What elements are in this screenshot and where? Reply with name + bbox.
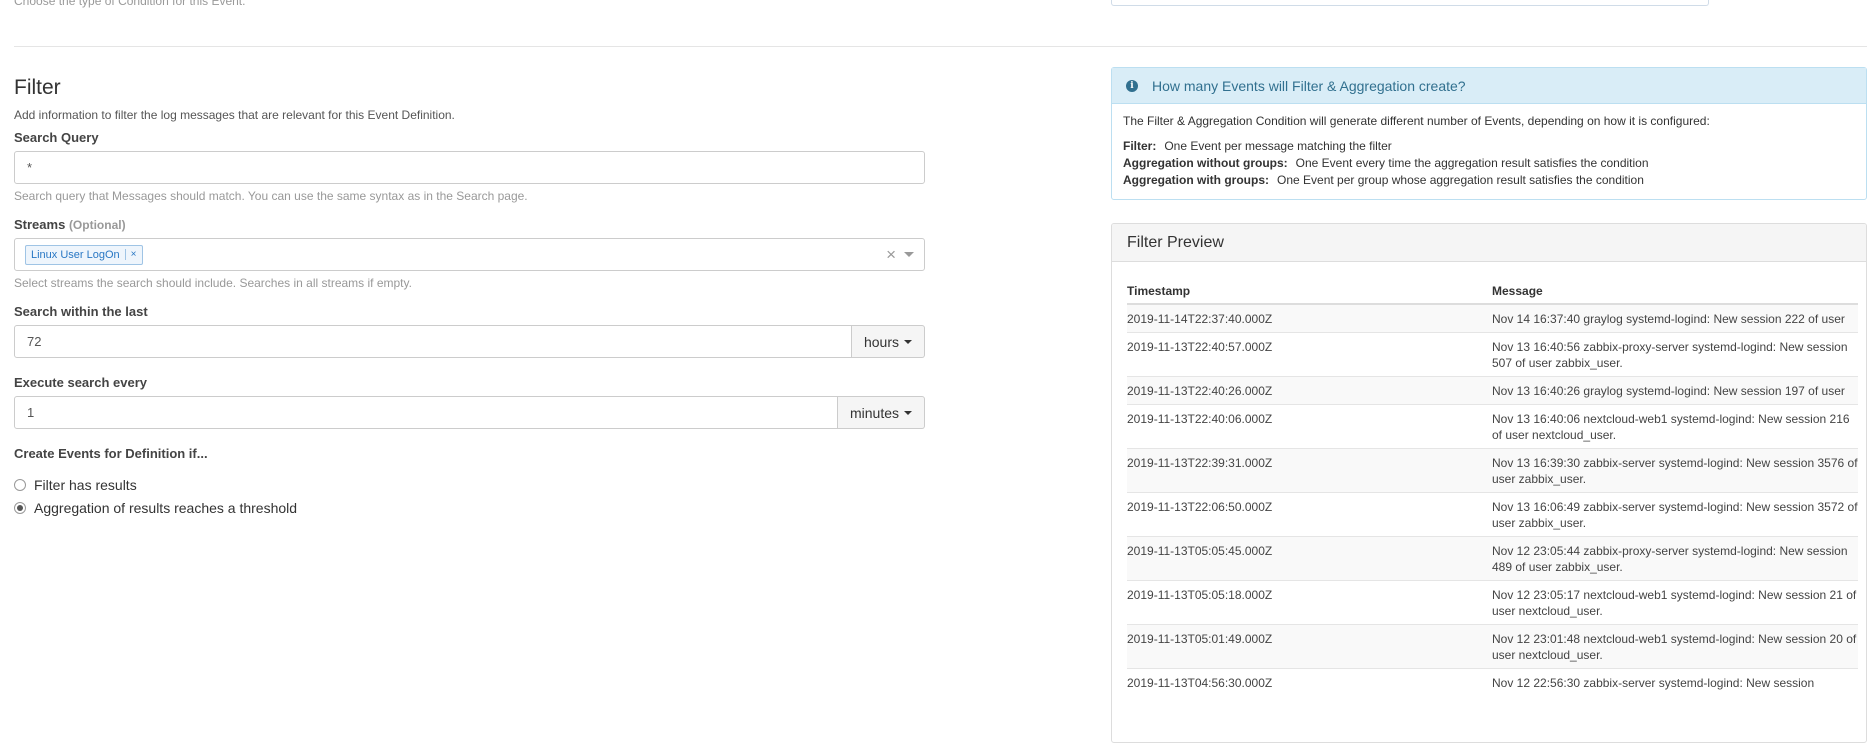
streams-optional-label: (Optional) <box>68 218 126 232</box>
execute-every-value: 1 <box>27 405 35 420</box>
message-cell: Nov 14 16:37:40 graylog systemd-logind: … <box>1492 303 1858 333</box>
radio-button-selected[interactable] <box>14 502 26 514</box>
radio-aggregation-threshold[interactable]: Aggregation of results reaches a thresho… <box>14 500 926 516</box>
timestamp-cell: 2019-11-13T05:05:18.000Z <box>1127 580 1492 625</box>
radio-filter-has-results[interactable]: Filter has results <box>14 477 926 493</box>
search-within-group: 72 hours <box>14 325 925 358</box>
execute-every-unit: minutes <box>849 404 899 421</box>
info-text: One Event every time the aggregation res… <box>1295 156 1649 170</box>
filter-section: Filter Add information to filter the log… <box>14 74 926 516</box>
message-cell: Nov 12 23:05:17 nextcloud-web1 systemd-l… <box>1492 580 1858 625</box>
info-line: Aggregation without groups: One Event eve… <box>1123 155 1855 172</box>
search-within-input[interactable]: 72 <box>14 325 852 358</box>
radio-label: Filter has results <box>34 477 137 493</box>
info-header: i How many Events will Filter & Aggregat… <box>1112 68 1866 104</box>
info-text: One Event per message matching the filte… <box>1164 139 1392 153</box>
search-within-label: Search within the last <box>14 304 148 319</box>
message-cell: Nov 12 23:01:48 nextcloud-web1 systemd-l… <box>1492 624 1858 669</box>
chevron-down-icon[interactable] <box>904 252 914 257</box>
info-line: Aggregation with groups: One Event per gr… <box>1123 172 1855 189</box>
search-query-help: Search query that Messages should match.… <box>14 189 528 203</box>
table-header-row: Timestamp Message <box>1127 280 1858 305</box>
caret-down-icon <box>904 410 912 415</box>
table-row: 2019-11-13T05:01:49.000Z Nov 12 23:01:48 … <box>1127 624 1858 669</box>
timestamp-cell: 2019-11-13T05:05:45.000Z <box>1127 536 1492 581</box>
clear-icon[interactable]: × <box>886 245 896 265</box>
execute-every-label: Execute search every <box>14 375 147 390</box>
timestamp-cell: 2019-11-13T22:40:26.000Z <box>1127 376 1492 405</box>
info-text: One Event per group whose aggregation re… <box>1277 173 1644 187</box>
streams-label-text: Streams <box>14 217 66 232</box>
message-cell: Nov 13 16:40:56 zabbix-proxy-server syst… <box>1492 332 1858 377</box>
table-row: 2019-11-13T22:40:06.000Z Nov 13 16:40:06 … <box>1127 404 1858 449</box>
timestamp-cell: 2019-11-13T22:06:50.000Z <box>1127 492 1492 537</box>
info-body: The Filter & Aggregation Condition will … <box>1112 104 1866 199</box>
stream-tag: Linux User LogOn × <box>25 244 143 265</box>
column-header-timestamp: Timestamp <box>1127 280 1492 305</box>
divider <box>14 46 1867 47</box>
info-term: Filter: <box>1123 139 1157 153</box>
table-row: 2019-11-13T05:05:18.000Z Nov 12 23:05:17 … <box>1127 580 1858 625</box>
message-cell: Nov 13 16:06:49 zabbix-server systemd-lo… <box>1492 492 1858 537</box>
streams-select[interactable]: Linux User LogOn × × <box>14 238 925 271</box>
radio-label: Aggregation of results reaches a thresho… <box>34 500 298 516</box>
message-cell: Nov 12 22:56:30 zabbix-server systemd-lo… <box>1492 668 1858 696</box>
table-row: 2019-11-13T22:06:50.000Z Nov 13 16:06:49 … <box>1127 492 1858 537</box>
info-term: Aggregation with groups: <box>1123 173 1269 187</box>
timestamp-cell: 2019-11-13T22:40:57.000Z <box>1127 332 1492 377</box>
search-within-unit: hours <box>863 333 899 350</box>
timestamp-cell: 2019-11-14T22:37:40.000Z <box>1127 303 1492 333</box>
streams-label: Streams (Optional) <box>14 217 926 232</box>
radio-button[interactable] <box>14 479 26 491</box>
search-query-input[interactable]: * <box>14 151 925 184</box>
table-row: 2019-11-14T22:37:40.000Z Nov 14 16:37:40 … <box>1127 303 1858 333</box>
search-query-value: * <box>27 160 33 175</box>
preview-title: Filter Preview <box>1112 224 1866 262</box>
table-row: 2019-11-13T05:05:45.000Z Nov 12 23:05:44 … <box>1127 536 1858 581</box>
message-cell: Nov 13 16:40:06 nextcloud-web1 systemd-l… <box>1492 404 1858 449</box>
condition-type-help: Choose the type of Condition for this Ev… <box>14 0 246 8</box>
message-cell: Nov 13 16:40:26 graylog systemd-logind: … <box>1492 376 1858 405</box>
timestamp-cell: 2019-11-13T04:56:30.000Z <box>1127 668 1492 696</box>
table-row: 2019-11-13T22:40:57.000Z Nov 13 16:40:56 … <box>1127 332 1858 377</box>
timestamp-cell: 2019-11-13T22:39:31.000Z <box>1127 448 1492 493</box>
condition-type-panel <box>1111 0 1709 6</box>
caret-down-icon <box>904 339 912 344</box>
execute-every-input[interactable]: 1 <box>14 396 838 429</box>
message-cell: Nov 13 16:39:30 zabbix-server systemd-lo… <box>1492 448 1858 493</box>
search-query-label: Search Query <box>14 130 99 145</box>
stream-tag-label: Linux User LogOn <box>31 248 120 261</box>
message-cell: Nov 12 23:05:44 zabbix-proxy-server syst… <box>1492 536 1858 581</box>
execute-every-group: 1 minutes <box>14 396 925 429</box>
info-intro: The Filter & Aggregation Condition will … <box>1123 114 1710 128</box>
timestamp-cell: 2019-11-13T05:01:49.000Z <box>1127 624 1492 669</box>
filter-title: Filter <box>14 76 61 99</box>
filter-preview-panel: Filter Preview Timestamp Message 2019-11… <box>1111 223 1867 743</box>
table-row: 2019-11-13T22:39:31.000Z Nov 13 16:39:30 … <box>1127 448 1858 493</box>
table-row: 2019-11-13T22:40:26.000Z Nov 13 16:40:26 … <box>1127 376 1858 405</box>
streams-help: Select streams the search should include… <box>14 276 412 290</box>
events-info-panel: i How many Events will Filter & Aggregat… <box>1111 67 1867 200</box>
info-line: Filter: One Event per message matching th… <box>1123 138 1855 155</box>
timestamp-cell: 2019-11-13T22:40:06.000Z <box>1127 404 1492 449</box>
execute-every-unit-dropdown[interactable]: minutes <box>837 396 925 429</box>
stream-tag-remove-icon[interactable]: × <box>124 249 142 260</box>
search-within-value: 72 <box>27 334 42 349</box>
filter-description: Add information to filter the log messag… <box>14 108 455 122</box>
column-header-message: Message <box>1492 280 1858 305</box>
table-row: 2019-11-13T04:56:30.000Z Nov 12 22:56:30 … <box>1127 668 1858 696</box>
search-within-unit-dropdown[interactable]: hours <box>851 325 925 358</box>
create-events-label: Create Events for Definition if... <box>14 446 208 461</box>
info-term: Aggregation without groups: <box>1123 156 1288 170</box>
info-title: How many Events will Filter & Aggregatio… <box>1152 77 1466 94</box>
info-circle-icon: i <box>1126 79 1138 92</box>
preview-table: Timestamp Message 2019-11-14T22:37:40.00… <box>1127 280 1858 696</box>
